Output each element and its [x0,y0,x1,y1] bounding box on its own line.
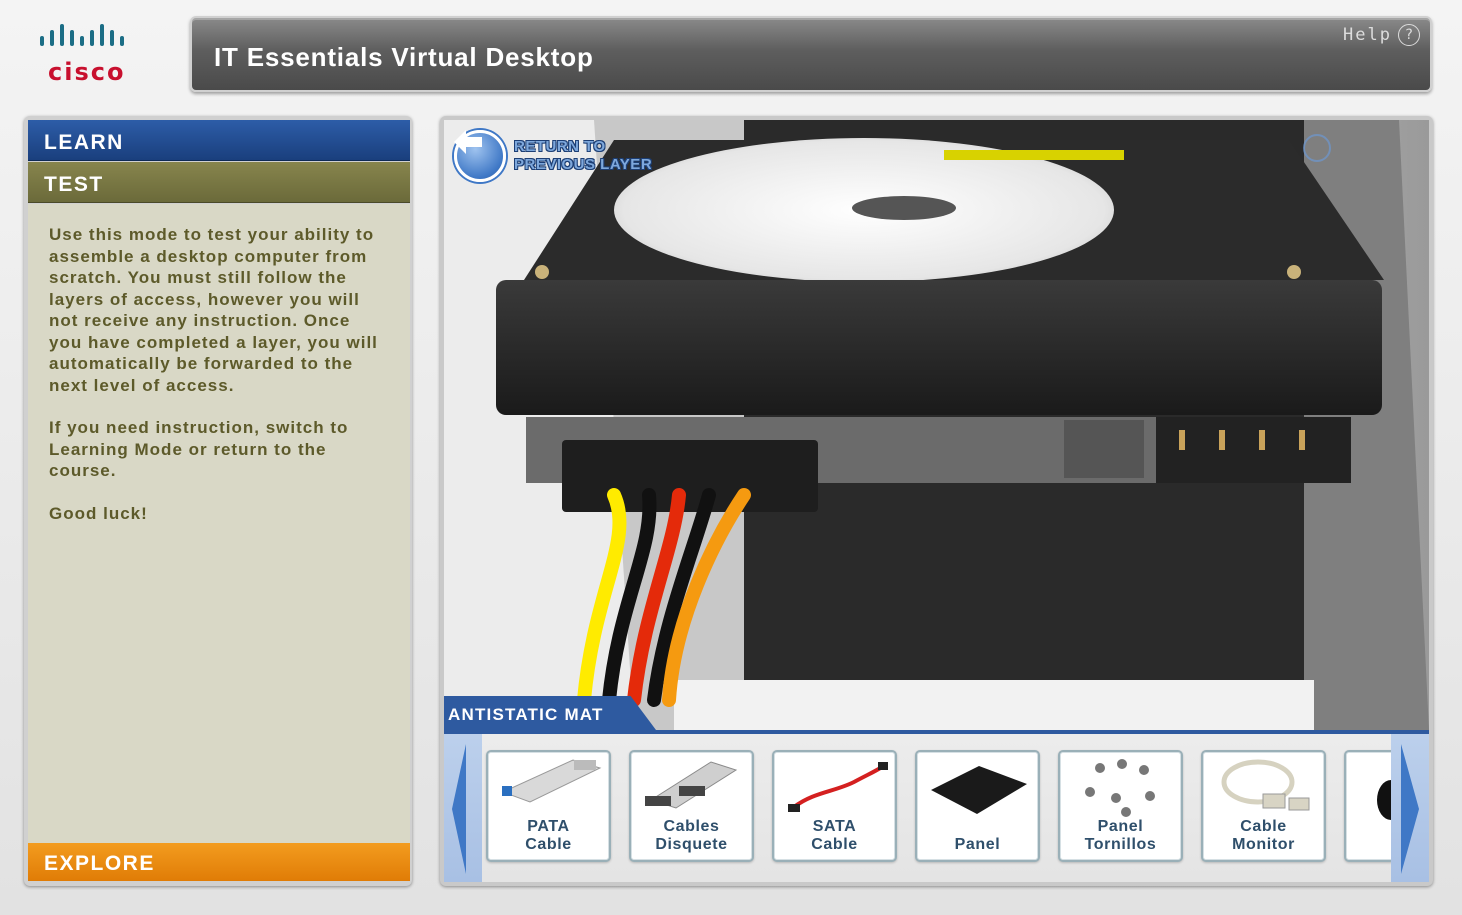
mode-panel: LEARN TEST Use this mode to test your ab… [24,116,412,886]
return-label: RETURN TO PREVIOUS LAYER [514,138,652,174]
tray-item-label: Cable Monitor [1203,818,1324,854]
tray-item-panel-screws[interactable]: Panel Tornillos [1058,750,1183,862]
tab-explore[interactable]: EXPLORE [28,843,410,881]
scroll-left-button[interactable] [444,734,482,882]
tab-test[interactable]: TEST [28,162,410,203]
help-label: Help [1343,25,1392,45]
zoom-icon[interactable] [1303,134,1331,162]
pata-cable-icon [501,759,602,803]
tray-item-pata-cable[interactable]: PATA Cable [486,750,611,862]
tray-item-label: Cables Disquete [631,818,752,854]
header-bar: IT Essentials Virtual Desktop Help ? [190,16,1432,92]
label-line1: SATA [812,818,857,835]
question-circle-icon: ? [1398,24,1420,46]
hard-drive-illustration [444,120,1429,730]
cisco-wordmark: cisco [48,58,126,86]
component-tray: PATA Cable Cables Disquete SATA Cable Pa… [444,730,1429,882]
label-line2: Tornillos [1084,836,1157,853]
chevron-left-icon [452,744,466,874]
main-view: RETURN TO PREVIOUS LAYER ANTISTATIC MAT … [440,116,1433,886]
sata-cable-icon [788,762,888,812]
screws-icon [1085,759,1155,817]
label-line2: Cable [811,836,858,853]
instruction-paragraph: Use this mode to test your ability to as… [49,225,378,395]
label-line2: Monitor [1232,836,1295,853]
tray-item-floppy-cable[interactable]: Cables Disquete [629,750,754,862]
cisco-bars-icon [40,24,124,46]
cisco-logo: cisco [28,22,168,92]
help-button[interactable]: Help ? [1343,24,1420,46]
panel-icon [931,766,1027,814]
tray-item-label: Panel [917,836,1038,854]
antistatic-mat-label: ANTISTATIC MAT [444,696,656,730]
label-line2: Panel [954,836,1001,853]
scroll-right-button[interactable] [1391,734,1429,882]
label-line1: Cables [663,818,720,835]
test-instructions: Use this mode to test your ability to as… [28,204,410,843]
monitor-cable-icon [1221,759,1310,811]
label-line2: Cable [525,836,572,853]
tray-items: PATA Cable Cables Disquete SATA Cable Pa… [486,750,1429,862]
tray-item-panel[interactable]: Panel [915,750,1040,862]
tray-item-label: SATA Cable [774,818,895,854]
app-title: IT Essentials Virtual Desktop [214,42,594,72]
return-to-previous-layer-button[interactable]: RETURN TO PREVIOUS LAYER [454,130,652,182]
tray-item-label: Panel Tornillos [1060,818,1181,854]
floppy-cable-icon [645,761,738,809]
hard-drive-scene[interactable]: RETURN TO PREVIOUS LAYER [444,120,1429,730]
instruction-paragraph: If you need instruction, switch to Learn… [49,418,349,480]
return-label-line1: RETURN TO [514,138,606,155]
tray-item-label: PATA Cable [488,818,609,854]
label-line1: Panel [1097,818,1144,835]
return-label-line2: PREVIOUS LAYER [514,156,653,173]
tray-item-sata-cable[interactable]: SATA Cable [772,750,897,862]
chevron-right-icon [1401,744,1419,874]
label-line1: PATA [527,818,570,835]
arrow-left-icon [454,130,506,182]
tab-learn[interactable]: LEARN [28,120,410,161]
instruction-paragraph: Good luck! [49,503,148,523]
label-line1: Cable [1240,818,1287,835]
label-line2: Disquete [655,836,728,853]
tray-item-monitor-cable[interactable]: Cable Monitor [1201,750,1326,862]
